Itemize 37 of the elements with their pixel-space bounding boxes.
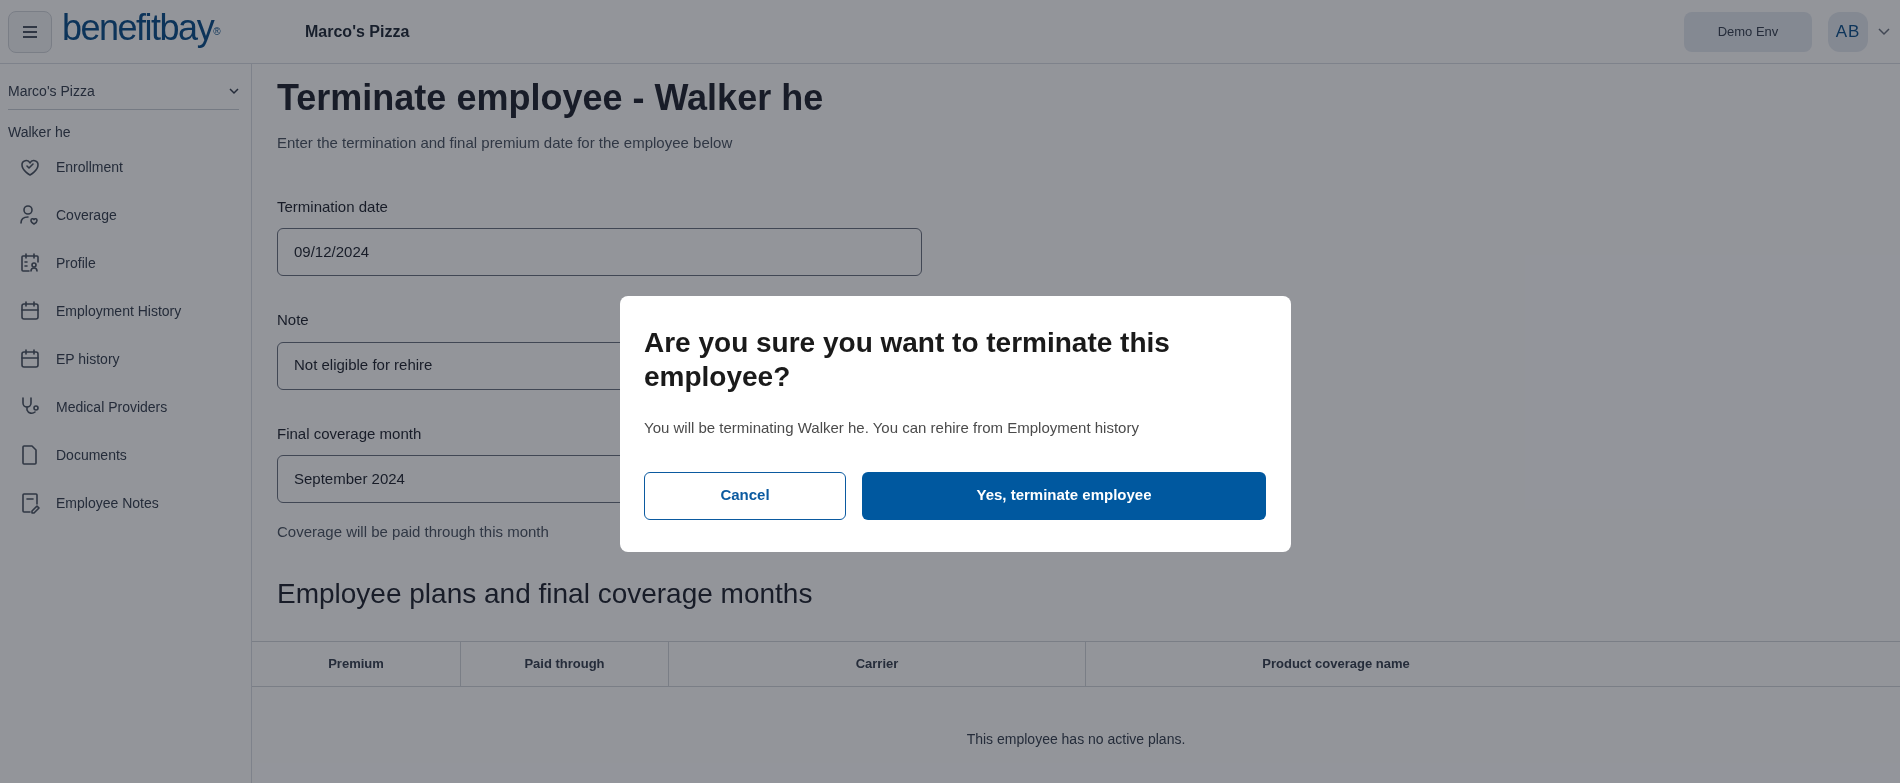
company-select[interactable]: Marco's Pizza — [8, 64, 239, 110]
field-label: Termination date — [277, 196, 388, 217]
section-title: Employee plans and final coverage months — [277, 576, 814, 611]
page-subtitle: Enter the termination and final premium date for the employee below — [277, 133, 734, 153]
field-label: Final coverage month — [277, 423, 422, 444]
chevron-down-icon — [229, 88, 239, 95]
environment-button[interactable]: Demo Env — [1684, 11, 1812, 52]
menu-button[interactable] — [8, 10, 52, 53]
sidebar-item[interactable]: Coverage — [8, 191, 239, 239]
calendar-person-icon — [18, 251, 42, 275]
menu-icon — [22, 25, 38, 38]
empty-table-message: This employee has no active plans. — [966, 729, 1186, 749]
company-name: Marco's Pizza — [305, 21, 410, 42]
helper-text: Coverage will be paid through this month — [277, 522, 549, 542]
sidebar-item[interactable]: EP history — [8, 335, 239, 383]
logo[interactable]: benefitbay$^{®}$ — [62, 9, 219, 46]
confirm-button[interactable]: Yes, terminate employee — [862, 471, 1266, 520]
sidebar-item[interactable]: Enrollment — [8, 143, 239, 191]
sidebar-item[interactable]: Profile — [8, 239, 239, 287]
input-field[interactable]: 09/12/2024 — [277, 228, 922, 276]
field-label: Note — [277, 310, 309, 330]
calendar-icon — [18, 347, 42, 371]
column-header: Paid through — [461, 641, 669, 686]
chevron-down-icon[interactable] — [1878, 27, 1890, 36]
sidebar-item[interactable]: Employee Notes — [8, 479, 239, 527]
calendar-icon — [18, 299, 42, 323]
column-header: Carrier — [669, 641, 1086, 686]
cancel-button[interactable]: Cancel — [644, 471, 846, 520]
avatar-button[interactable]: AB — [1828, 11, 1868, 52]
sidebar-item[interactable]: Employment History — [8, 287, 239, 335]
column-header: Product coverage name — [1261, 654, 1411, 673]
employee-name: Walker he — [8, 123, 72, 142]
page-title: Terminate employee - Walker he — [277, 76, 825, 120]
dialog-message: You will be terminating Walker he. You can rehire from Employment history — [644, 418, 1140, 438]
sidebar-item[interactable]: Medical Providers — [8, 383, 239, 431]
column-header: Premium — [252, 641, 461, 686]
sidebar-item[interactable]: Documents — [8, 431, 239, 479]
